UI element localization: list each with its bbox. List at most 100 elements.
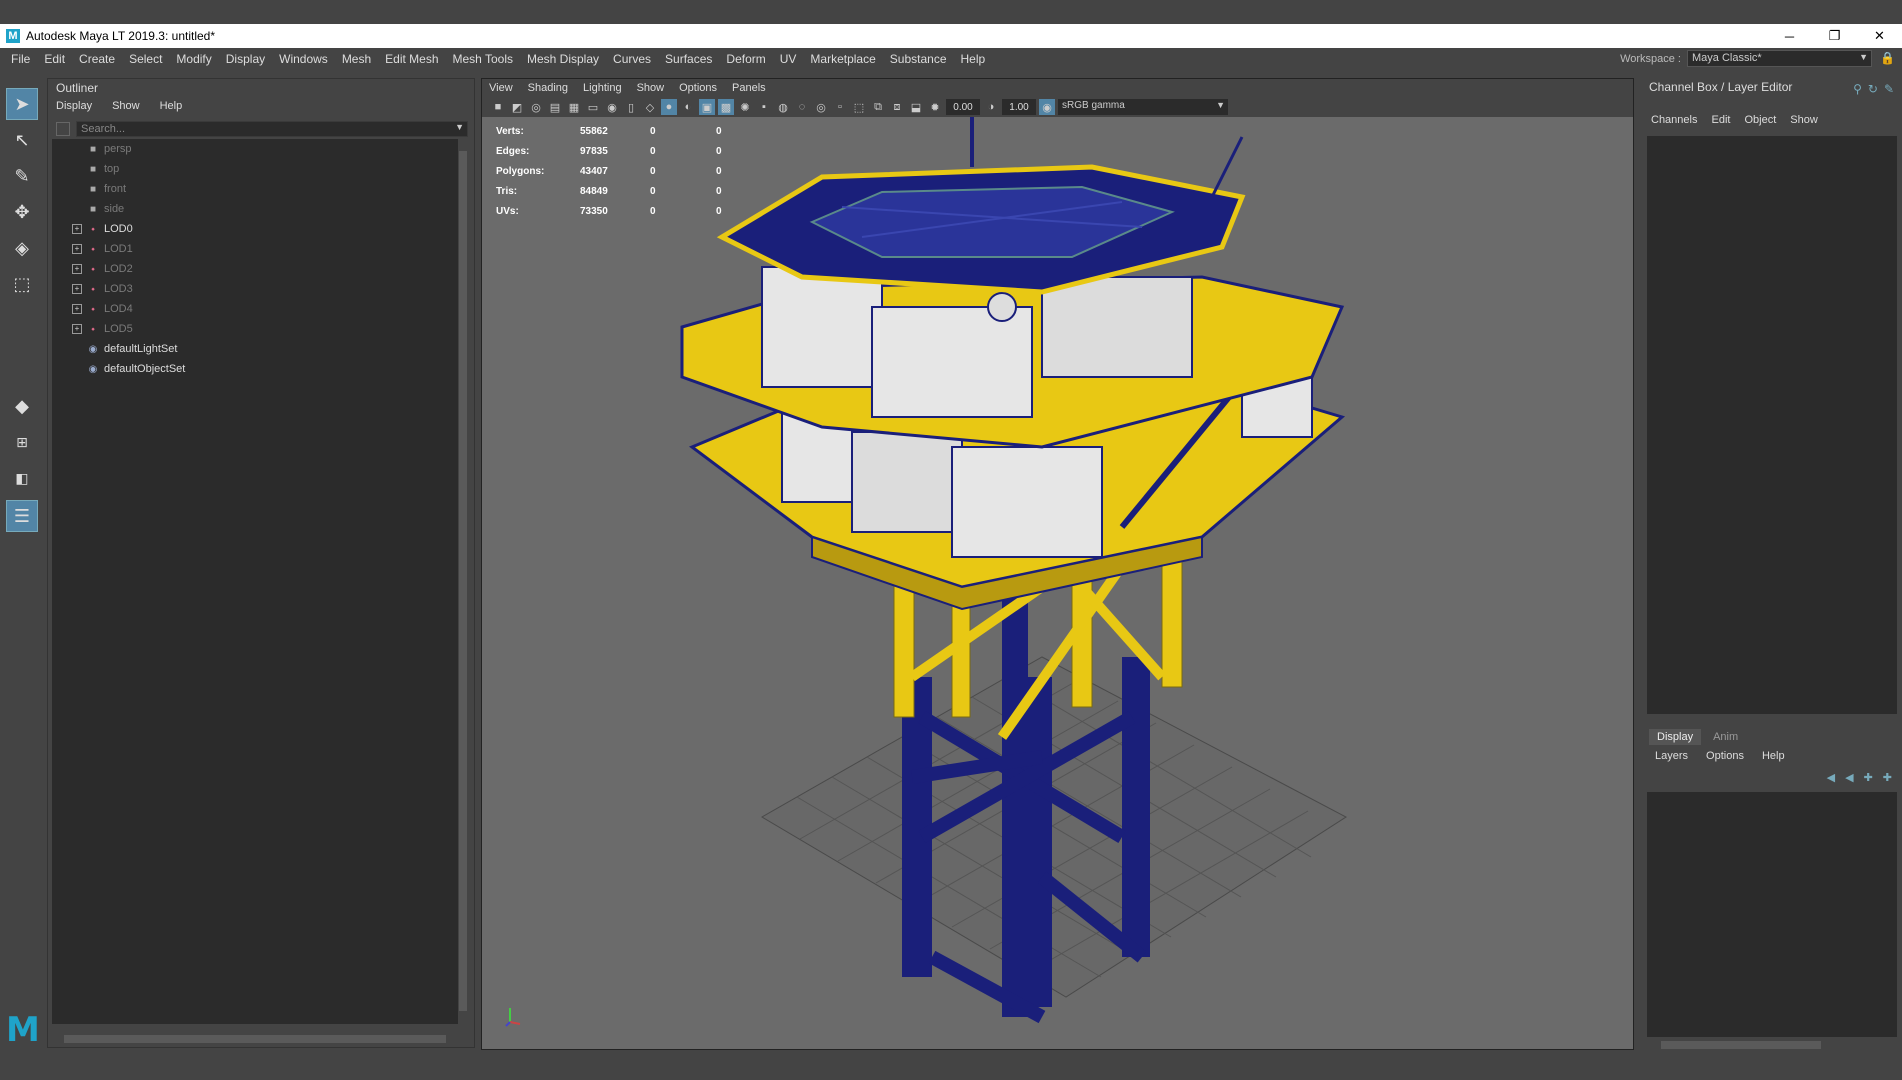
motion-blur-icon[interactable]: ◌: [794, 99, 810, 115]
smooth-shade-icon[interactable]: ●: [661, 99, 677, 115]
viewport-menu-options[interactable]: Options: [679, 82, 717, 94]
expand-icon[interactable]: +: [72, 264, 82, 274]
outliner-menu-show[interactable]: Show: [112, 100, 140, 112]
wireframe-on-shaded-icon[interactable]: ▣: [699, 99, 715, 115]
menu-edit-mesh[interactable]: Edit Mesh: [378, 52, 445, 66]
xray-icon[interactable]: ⧉: [870, 99, 886, 115]
minimize-button[interactable]: ─: [1767, 24, 1812, 48]
maximize-button[interactable]: ❐: [1812, 24, 1857, 48]
expand-icon[interactable]: +: [72, 224, 82, 234]
menu-mesh-display[interactable]: Mesh Display: [520, 52, 606, 66]
select-tool-icon[interactable]: ➤: [6, 88, 38, 120]
outliner-search-input[interactable]: Search... ▼: [76, 121, 468, 137]
expand-icon[interactable]: +: [72, 244, 82, 254]
menu-modify[interactable]: Modify: [169, 52, 218, 66]
outliner-item-defaultlightset[interactable]: ◉ defaultLightSet: [52, 339, 462, 359]
expand-icon[interactable]: +: [72, 324, 82, 334]
outliner-item-top[interactable]: ■ top: [52, 159, 462, 179]
paint-select-tool-icon[interactable]: ✎: [6, 160, 38, 192]
xray-joints-icon[interactable]: ⧈: [889, 99, 905, 115]
outliner-item-side[interactable]: ■ side: [52, 199, 462, 219]
new-layer-selected-icon[interactable]: ✚: [1883, 771, 1892, 784]
ambient-occlusion-icon[interactable]: ◍: [775, 99, 791, 115]
outliner-menu-display[interactable]: Display: [56, 100, 92, 112]
viewport-menu-show[interactable]: Show: [637, 82, 665, 94]
anti-alias-icon[interactable]: ◎: [813, 99, 829, 115]
expand-icon[interactable]: +: [72, 284, 82, 294]
workspace-select[interactable]: Maya Classic* ▼: [1687, 50, 1872, 67]
film-gate-icon[interactable]: ▭: [585, 99, 601, 115]
outliner-layout-icon[interactable]: ☰: [6, 500, 38, 532]
outliner-menu-help[interactable]: Help: [160, 100, 183, 112]
backface-culling-icon[interactable]: ⬓: [908, 99, 924, 115]
single-pane-layout-icon[interactable]: ◆: [6, 390, 38, 422]
outliner-item-persp[interactable]: ■ persp: [52, 139, 462, 159]
exposure-field[interactable]: 0.00: [946, 99, 980, 115]
four-pane-layout-icon[interactable]: ⊞: [6, 428, 38, 456]
refresh-icon[interactable]: ↻: [1868, 82, 1878, 96]
menu-display[interactable]: Display: [219, 52, 272, 66]
edit-menu[interactable]: Edit: [1711, 114, 1730, 126]
outliner-item-lod3[interactable]: + ⬩ LOD3: [52, 279, 462, 299]
lights-icon[interactable]: ✺: [737, 99, 753, 115]
menu-deform[interactable]: Deform: [719, 52, 772, 66]
scale-tool-icon[interactable]: ⬚: [6, 268, 38, 300]
grid-icon[interactable]: ▦: [566, 99, 582, 115]
object-menu[interactable]: Object: [1744, 114, 1776, 126]
menu-curves[interactable]: Curves: [606, 52, 658, 66]
shadows-icon[interactable]: ▪: [756, 99, 772, 115]
outliner-item-lod2[interactable]: + ⬩ LOD2: [52, 259, 462, 279]
tab-anim[interactable]: Anim: [1705, 729, 1746, 745]
outliner-item-lod5[interactable]: + ⬩ LOD5: [52, 319, 462, 339]
close-button[interactable]: ✕: [1857, 24, 1902, 48]
menu-substance[interactable]: Substance: [883, 52, 954, 66]
move-layer-down-icon[interactable]: ◀: [1845, 771, 1853, 784]
menu-windows[interactable]: Windows: [272, 52, 335, 66]
two-pane-layout-icon[interactable]: ◧: [6, 464, 38, 492]
outliner-item-front[interactable]: ■ front: [52, 179, 462, 199]
viewport-menu-panels[interactable]: Panels: [732, 82, 766, 94]
color-management-icon[interactable]: ◉: [1039, 99, 1055, 115]
filter-icon[interactable]: [56, 122, 70, 136]
lasso-tool-icon[interactable]: ↖: [6, 124, 38, 156]
outliner-item-lod4[interactable]: + ⬩ LOD4: [52, 299, 462, 319]
menu-surfaces[interactable]: Surfaces: [658, 52, 719, 66]
exposure-icon[interactable]: ✹: [927, 99, 943, 115]
outliner-vertical-scrollbar[interactable]: [458, 139, 468, 1024]
menu-mesh-tools[interactable]: Mesh Tools: [446, 52, 520, 66]
outliner-item-lod0[interactable]: + ⬩ LOD0: [52, 219, 462, 239]
layer-help-menu[interactable]: Help: [1762, 750, 1785, 762]
new-layer-icon[interactable]: ✚: [1864, 771, 1873, 784]
field-chart-icon[interactable]: ▯: [623, 99, 639, 115]
menu-edit[interactable]: Edit: [37, 52, 72, 66]
gamma-field[interactable]: 1.00: [1002, 99, 1036, 115]
hierarchy-icon[interactable]: ⚲: [1853, 82, 1862, 96]
options-menu[interactable]: Options: [1706, 750, 1744, 762]
camera-icon[interactable]: ■: [490, 99, 506, 115]
image-plane-icon[interactable]: ▤: [547, 99, 563, 115]
menu-help[interactable]: Help: [954, 52, 993, 66]
menu-uv[interactable]: UV: [773, 52, 804, 66]
layers-menu[interactable]: Layers: [1655, 750, 1688, 762]
menu-create[interactable]: Create: [72, 52, 122, 66]
menu-mesh[interactable]: Mesh: [335, 52, 378, 66]
viewport-menu-lighting[interactable]: Lighting: [583, 82, 622, 94]
resolution-gate-icon[interactable]: ◉: [604, 99, 620, 115]
move-tool-icon[interactable]: ✥: [6, 196, 38, 228]
isolate-select-icon[interactable]: ⬚: [851, 99, 867, 115]
gamma-icon[interactable]: ◑: [983, 99, 999, 115]
camera-lock-icon[interactable]: ◩: [509, 99, 525, 115]
lock-icon[interactable]: 🔒: [1880, 51, 1895, 66]
shade-default-icon[interactable]: ◐: [680, 99, 696, 115]
viewport-menu-view[interactable]: View: [489, 82, 513, 94]
menu-marketplace[interactable]: Marketplace: [803, 52, 882, 66]
wireframe-icon[interactable]: ◇: [642, 99, 658, 115]
rotate-tool-icon[interactable]: ◈: [6, 232, 38, 264]
expand-icon[interactable]: +: [72, 304, 82, 314]
viewport-panel[interactable]: View Shading Lighting Show Options Panel…: [481, 78, 1634, 1050]
depth-of-field-icon[interactable]: ▫: [832, 99, 848, 115]
outliner-horizontal-scrollbar[interactable]: [52, 1034, 462, 1044]
tab-display[interactable]: Display: [1649, 729, 1702, 745]
outliner-item-defaultobjectset[interactable]: ◉ defaultObjectSet: [52, 359, 462, 379]
color-space-select[interactable]: sRGB gamma ▼: [1058, 99, 1228, 115]
